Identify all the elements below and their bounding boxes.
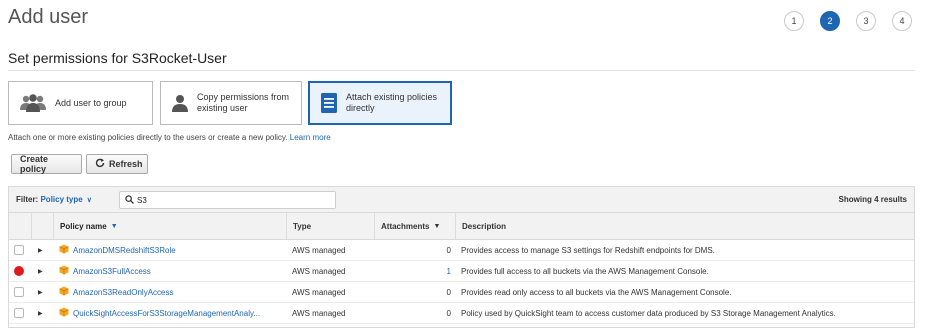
policy-type: AWS managed xyxy=(292,266,346,276)
table-row[interactable]: ▶ QuickSightAccessForS3StorageManagement… xyxy=(9,303,914,324)
table-row[interactable]: ▶ AmazonS3FullAccess AWS managed 1 Provi… xyxy=(9,261,914,282)
row-checkbox[interactable] xyxy=(14,287,24,297)
users-group-icon xyxy=(19,94,47,112)
column-header-description[interactable]: Description xyxy=(455,213,914,239)
option-copy-label: Copy permissions from existing user xyxy=(197,92,290,113)
policy-cube-icon xyxy=(59,244,69,256)
policy-cube-icon xyxy=(59,265,69,277)
policy-type: AWS managed xyxy=(292,308,346,318)
section-title: Set permissions for S3Rocket-User xyxy=(8,50,227,66)
policy-description: Provides read only access to all buckets… xyxy=(461,287,732,297)
expand-row-icon[interactable]: ▶ xyxy=(38,261,48,281)
policy-description: Provides full access to all buckets via … xyxy=(461,266,709,276)
search-input[interactable] xyxy=(137,195,317,205)
policy-attachments: 0 xyxy=(446,308,451,318)
row-checkbox-marked[interactable] xyxy=(14,266,24,276)
step-3[interactable]: 3 xyxy=(856,11,876,31)
row-checkbox[interactable] xyxy=(14,245,24,255)
step-1[interactable]: 1 xyxy=(784,11,804,31)
expand-row-icon[interactable]: ▶ xyxy=(38,240,48,260)
step-4[interactable]: 4 xyxy=(892,11,912,31)
refresh-button[interactable]: Refresh xyxy=(86,154,148,174)
sort-caret-icon: ▼ xyxy=(110,222,118,230)
expand-row-icon[interactable]: ▶ xyxy=(38,282,48,302)
policy-attachments: 0 xyxy=(446,287,451,297)
option-attach-label: Attach existing policies directly xyxy=(346,92,438,113)
policy-name-link[interactable]: AmazonS3FullAccess xyxy=(73,267,151,276)
column-header-policy-name[interactable]: Policy name ▼ xyxy=(53,213,286,239)
create-policy-button[interactable]: Create policy xyxy=(11,154,82,174)
policy-name-link[interactable]: AmazonS3ReadOnlyAccess xyxy=(73,288,174,297)
user-icon xyxy=(171,94,189,112)
table-header: Policy name ▼ Type Attachments ▼ Descripti… xyxy=(9,213,914,240)
document-icon xyxy=(320,92,338,114)
policy-attachments: 1 xyxy=(446,266,451,276)
policy-description: Provides access to manage S3 settings fo… xyxy=(461,245,715,255)
refresh-icon xyxy=(95,158,105,170)
column-header-attachments[interactable]: Attachments ▼ xyxy=(374,213,455,239)
expand-row-icon[interactable]: ▶ xyxy=(38,303,48,323)
policy-description: Policy used by QuickSight team to access… xyxy=(461,308,836,318)
table-row[interactable]: ▶ AmazonDMSRedshiftS3Role AWS managed 0 … xyxy=(9,240,914,261)
help-text: Attach one or more existing policies dir… xyxy=(8,133,331,142)
policy-attachments: 0 xyxy=(446,245,451,255)
chevron-down-icon: ∨ xyxy=(86,197,92,204)
section-divider xyxy=(8,70,915,71)
header-expand-column xyxy=(31,213,53,239)
filter-bar: Filter: Policy type∨ Showing 4 results xyxy=(9,187,914,213)
learn-more-link[interactable]: Learn more xyxy=(290,133,331,142)
filter-control[interactable]: Filter: Policy type ∨ xyxy=(16,195,92,204)
filter-type-dropdown[interactable]: Policy type xyxy=(40,195,82,204)
option-attach-policies[interactable]: Attach existing policies directly xyxy=(308,81,452,125)
policy-name-link[interactable]: QuickSightAccessForS3StorageManagementAn… xyxy=(73,309,260,318)
option-group-label: Add user to group xyxy=(55,97,127,108)
header-checkbox-column xyxy=(9,213,31,239)
policy-cube-icon xyxy=(59,286,69,298)
step-2-current: 2 xyxy=(820,11,840,31)
row-checkbox[interactable] xyxy=(14,308,24,318)
policy-type: AWS managed xyxy=(292,287,346,297)
search-icon xyxy=(125,194,134,206)
table-row[interactable]: ▶ AmazonS3ReadOnlyAccess AWS managed 0 P… xyxy=(9,282,914,303)
sort-caret-icon: ▼ xyxy=(433,222,441,230)
column-header-type[interactable]: Type xyxy=(286,213,374,239)
wizard-steps: 1 2 3 4 xyxy=(784,11,912,31)
policy-name-link[interactable]: AmazonDMSRedshiftS3Role xyxy=(73,246,176,255)
option-copy-permissions[interactable]: Copy permissions from existing user xyxy=(160,81,302,125)
option-add-user-to-group[interactable]: Add user to group xyxy=(8,81,153,125)
page-title: Add user xyxy=(8,6,89,28)
policy-table-panel: Filter: Policy type∨ Showing 4 results P… xyxy=(8,186,915,328)
result-count: Showing 4 results xyxy=(838,195,907,204)
search-box[interactable] xyxy=(119,191,336,209)
policy-type: AWS managed xyxy=(292,245,346,255)
policy-cube-icon xyxy=(59,307,69,319)
